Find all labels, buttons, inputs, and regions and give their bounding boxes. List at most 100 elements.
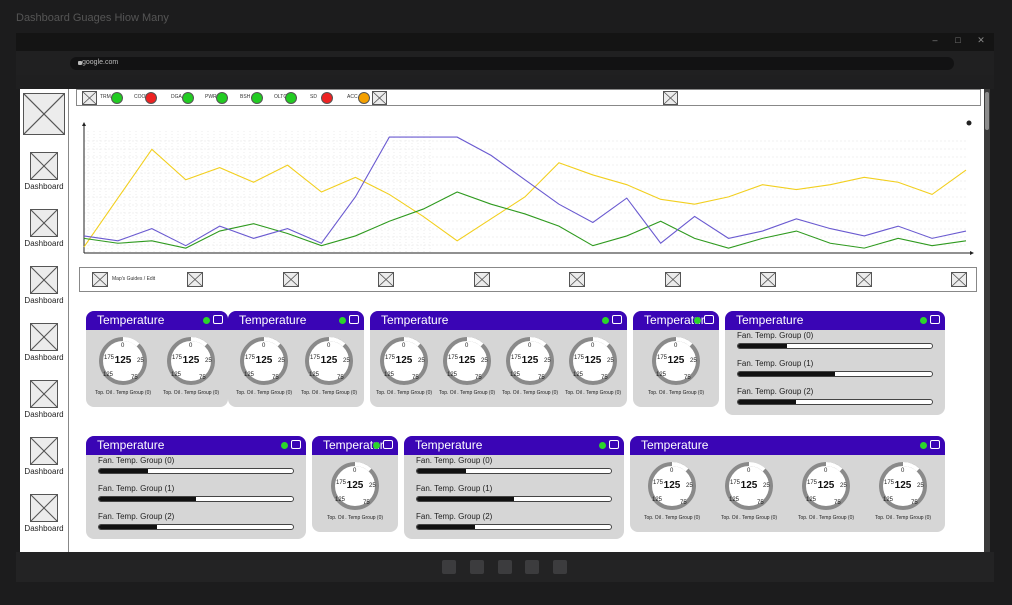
taskbar-app-icon[interactable] [442,560,456,574]
trend-chart [76,119,981,259]
panel-header: Temperature [228,311,364,330]
gauge-tick-label: 175 [336,480,347,486]
vertical-scrollbar[interactable] [984,89,990,552]
map-guide-image[interactable] [760,272,776,287]
status-dot-icon [281,442,288,449]
y-axis-arrow [82,122,86,126]
series-line [83,136,967,247]
scrollbar-thumb[interactable] [985,92,989,130]
gauge-tick-label: 25 [686,483,693,489]
close-button[interactable]: ✕ [974,35,988,46]
map-guide-image[interactable] [282,272,299,287]
sidebar-item-label[interactable]: Dashboard [20,524,68,533]
gauge: 125 0 25 75 125 175 [379,336,429,386]
map-guide-image[interactable] [664,272,681,287]
progress-bar-fill [99,497,196,501]
sidebar-item-icon[interactable] [30,437,58,465]
maximize-button[interactable]: □ [951,35,965,45]
status-dot-icon [599,442,606,449]
sidebar-item-label[interactable]: Dashboard [20,296,68,305]
panel-header: Temperature [725,311,945,330]
panel-title: Temperature [239,313,307,327]
sidebar-item-label[interactable]: Dashboard [20,410,68,419]
gauge-tick-label: 25 [607,358,614,364]
status-label: TRM [100,94,111,100]
sidebar-item-icon[interactable] [30,380,58,408]
map-guide-image[interactable] [473,272,490,287]
edit-icon[interactable] [609,440,619,449]
gauge-tick-label: 0 [747,468,751,474]
bar-label: Fan. Temp. Group (1) [416,484,493,493]
chart-options-icon [966,120,972,126]
gauge: 125 0 25 75 125 175 [304,336,354,386]
map-guide-image[interactable] [855,272,872,287]
gauge-tick-label: 75 [199,375,206,381]
edit-icon[interactable] [704,315,714,324]
gauge-caption: Top. Oil . Temp Group (0) [564,390,622,396]
bar-label: Fan. Temp. Group (2) [98,512,175,521]
gauge-tick-label: 0 [674,343,678,349]
status-label: PWR [205,94,217,100]
sidebar-item-icon[interactable] [30,152,58,180]
sidebar-item-icon[interactable] [30,323,58,351]
sidebar-item-icon[interactable] [30,266,58,294]
sidebar-item-label[interactable]: Dashboard [20,239,68,248]
edit-icon[interactable] [291,440,301,449]
status-image-end [372,91,387,105]
address-bar[interactable] [70,57,954,70]
gauge-tick-label: 25 [763,483,770,489]
status-dot-icon [920,317,927,324]
taskbar-app-icon[interactable] [498,560,512,574]
gauge-tick-label: 25 [369,483,376,489]
taskbar-app-icon[interactable] [470,560,484,574]
progress-bar [737,399,933,405]
temperature-panel: Temperature 125 0 25 75 125 175 Top. Oil . Temp… [633,311,719,407]
progress-bar-fill [99,469,148,473]
bar-label: Fan. Temp. Group (0) [98,456,175,465]
map-guide-image[interactable] [378,272,394,287]
taskbar-app-icon[interactable] [525,560,539,574]
status-bar: TRM COOL DGA PWR BSH OLTC SD ACC [76,89,981,106]
gauge-tick-label: 175 [657,355,668,361]
gauge-tick-label: 125 [883,497,894,503]
map-guide-image[interactable] [569,272,585,287]
minimize-button[interactable]: – [928,35,942,45]
sidebar-item-icon[interactable] [30,209,58,237]
gauge-tick-label: 125 [652,497,663,503]
gauge-caption: Top. Oil . Temp Group (0) [643,515,701,521]
status-image [82,91,97,105]
sidebar-item-label[interactable]: Dashboard [20,353,68,362]
sidebar-item-label[interactable]: Dashboard [20,182,68,191]
sidebar-item-icon[interactable] [30,494,58,522]
edit-icon[interactable] [930,440,940,449]
status-indicator [182,92,194,104]
temperature-panel: Temperature Fan. Temp. Group (0) Fan. Temp… [404,436,624,539]
status-dot-icon [339,317,346,324]
map-guide-image[interactable] [951,272,967,287]
gauge: 125 0 25 75 125 175 [878,461,928,511]
map-guides-label[interactable]: Map's Guides / Edit [112,276,155,282]
temperature-panel: Temperature 125 0 25 75 125 175 Top. Oil . Temp… [312,436,398,532]
dashboard-canvas: Dashboard Dashboard Dashboard Dashboard Dash… [20,89,988,552]
status-indicator [145,92,157,104]
taskbar-app-icon[interactable] [553,560,567,574]
sidebar-item-label[interactable]: Dashboard [20,467,68,476]
edit-icon[interactable] [383,440,393,449]
gauge: 125 0 25 75 125 175 [505,336,555,386]
edit-icon[interactable] [612,315,622,324]
gauge-caption: Top. Oil . Temp Group (0) [874,515,932,521]
gauge-tick-label: 25 [840,483,847,489]
gauge-tick-label: 25 [418,358,425,364]
gauge-tick-label: 125 [447,372,458,378]
edit-icon[interactable] [349,315,359,324]
edit-icon[interactable] [213,315,223,324]
progress-bar [98,524,294,530]
gauge-caption: Top. Oil . Temp Group (0) [797,515,855,521]
edit-icon[interactable] [930,315,940,324]
status-label: ACC [347,94,358,100]
gauge-tick-label: 175 [574,355,585,361]
gauge: 125 0 25 75 125 175 [568,336,618,386]
gauge-tick-label: 75 [131,375,138,381]
window-titlebar [16,33,994,51]
map-guide-image[interactable] [187,272,203,287]
